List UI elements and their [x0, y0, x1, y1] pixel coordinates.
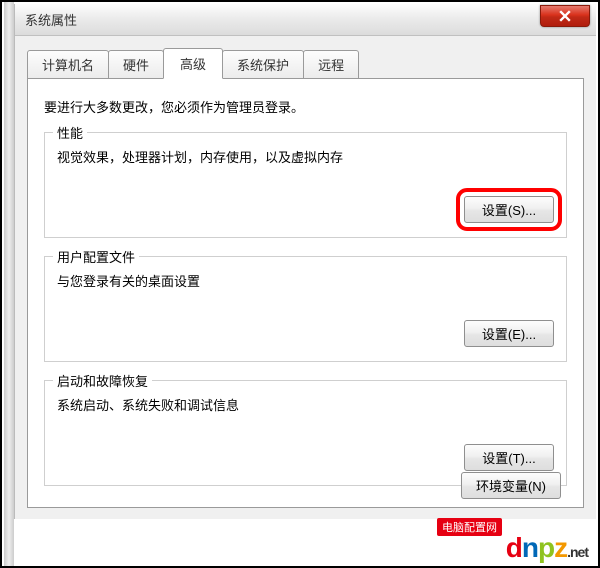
userprofile-settings-button[interactable]: 设置(E)...	[464, 320, 554, 347]
group-performance-desc: 视觉效果，处理器计划，内存使用，以及虚拟内存	[57, 147, 554, 166]
close-icon	[559, 10, 571, 22]
environment-variables-button[interactable]: 环境变量(N)	[461, 472, 561, 499]
startup-settings-button[interactable]: 设置(T)...	[464, 444, 554, 471]
tab-remote[interactable]: 远程	[303, 50, 359, 79]
tab-advanced[interactable]: 高级	[163, 48, 223, 79]
group-startup-recovery: 启动和故障恢复 系统启动、系统失败和调试信息 设置(T)...	[44, 380, 567, 486]
tab-hardware[interactable]: 硬件	[108, 50, 164, 79]
watermark-label: 电脑配置网	[437, 518, 502, 536]
watermark-logo: dnpz.net	[506, 534, 588, 562]
performance-settings-button[interactable]: 设置(S)...	[464, 196, 554, 223]
group-performance: 性能 视觉效果，处理器计划，内存使用，以及虚拟内存 设置(S)...	[44, 132, 567, 238]
group-userprofile-title: 用户配置文件	[53, 247, 139, 266]
watermark: dnpz.net	[506, 534, 588, 562]
group-performance-title: 性能	[53, 123, 87, 142]
tab-strip: 计算机名 硬件 高级 系统保护 远程	[27, 50, 584, 79]
tab-system-protection[interactable]: 系统保护	[222, 50, 304, 79]
system-properties-dialog: 系统属性 计算机名 硬件 高级 系统保护 远程 要进行大多数更改，您必须作为管理…	[14, 4, 596, 519]
window-title: 系统属性	[25, 10, 77, 29]
window-left-frame	[4, 2, 14, 566]
dialog-body: 计算机名 硬件 高级 系统保护 远程 要进行大多数更改，您必须作为管理员登录。 …	[15, 36, 596, 519]
titlebar: 系统属性	[15, 4, 596, 36]
group-startup-desc: 系统启动、系统失败和调试信息	[57, 395, 554, 414]
tab-computer-name[interactable]: 计算机名	[27, 50, 109, 79]
group-user-profile: 用户配置文件 与您登录有关的桌面设置 设置(E)...	[44, 256, 567, 362]
group-userprofile-desc: 与您登录有关的桌面设置	[57, 271, 554, 290]
group-startup-title: 启动和故障恢复	[53, 371, 152, 390]
tab-panel-advanced: 要进行大多数更改，您必须作为管理员登录。 性能 视觉效果，处理器计划，内存使用，…	[27, 78, 584, 508]
admin-notice: 要进行大多数更改，您必须作为管理员登录。	[44, 97, 567, 116]
close-button[interactable]	[540, 5, 590, 27]
